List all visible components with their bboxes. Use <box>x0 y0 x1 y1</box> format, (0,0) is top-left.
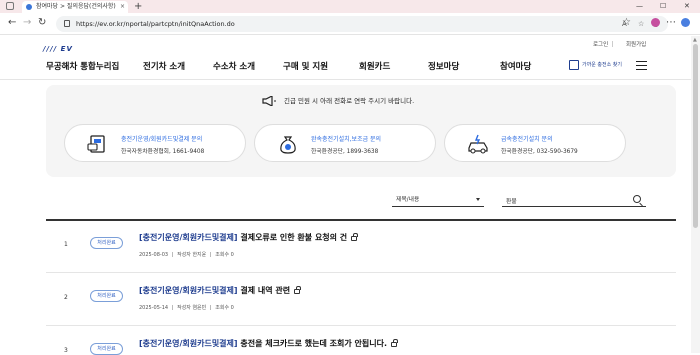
contact-sub: 한국환경공단, 1899-3638 <box>311 149 379 155</box>
post-views: 조회수 0 <box>215 305 234 311</box>
extension-icon[interactable] <box>651 18 660 27</box>
lock-icon <box>294 286 301 294</box>
tab-close-icon[interactable]: × <box>120 1 125 13</box>
post-views: 조회수 0 <box>215 252 234 258</box>
nav-participation[interactable]: 참여마당 <box>500 60 531 72</box>
more-menu-icon[interactable]: ⋯ <box>666 17 676 29</box>
contact-sub: 한국자동차환경협회, 1661-9408 <box>121 149 205 155</box>
post-category: [충전기운영/회원카드및결제] <box>139 339 238 348</box>
megaphone-icon <box>262 96 276 106</box>
favorite-star-icon[interactable]: ☆ <box>638 16 644 32</box>
search-icon[interactable] <box>633 195 641 203</box>
card-terminal-icon <box>87 135 105 153</box>
status-badge: 처리완료 <box>90 343 123 355</box>
lock-icon <box>391 339 398 347</box>
contact-title: 충전기운영/회원카드및결제 문의 <box>121 136 203 143</box>
nav-ev-intro[interactable]: 전기차 소개 <box>143 60 185 72</box>
scroll-up-icon[interactable]: ▲ <box>693 37 697 43</box>
nav-hydrogen-intro[interactable]: 수소차 소개 <box>213 60 255 72</box>
new-tab-button[interactable]: + <box>134 1 142 12</box>
contact-title: 급속충전기설치 문의 <box>501 136 553 143</box>
site-logo[interactable]: //// EV <box>43 45 113 53</box>
money-bag-icon <box>280 136 296 154</box>
lock-icon <box>351 233 358 241</box>
util-divider <box>612 41 613 47</box>
contact-card-slow-charger[interactable]: 완속충전기설치,보조금 문의 한국환경공단, 1899-3638 <box>254 124 436 162</box>
notice-heading: 긴급 민원 시 아래 전화로 연락 주시기 바랍니다. <box>262 95 414 107</box>
post-number: 1 <box>64 241 68 248</box>
browser-tab-strip: 참여마당 > 질의응답(건의사항) × + — ☐ ✕ <box>0 0 700 13</box>
close-window-button[interactable]: ✕ <box>684 0 690 12</box>
back-icon[interactable]: ← <box>8 17 16 29</box>
tab-actions-icon[interactable] <box>6 2 14 10</box>
search-type-value: 제목/내용 <box>396 197 420 203</box>
ev-car-icon <box>468 134 488 154</box>
notice-text: 긴급 민원 시 아래 전화로 연락 주시기 바랍니다. <box>284 97 415 105</box>
browser-toolbar: ← → ↻ https://ev.or.kr/nportal/partcptn/… <box>0 13 700 35</box>
forward-icon[interactable]: → <box>23 17 31 29</box>
post-title[interactable]: [충전기운영/회원카드및결제] 충전을 체크카드로 했는데 조회가 안됩니다. <box>139 338 398 349</box>
contact-card-charger[interactable]: 충전기운영/회원카드및결제 문의 한국자동차환경협회, 1661-9408 <box>64 124 246 162</box>
join-link[interactable]: 회원가입 <box>626 40 646 48</box>
logo-mark: //// EV <box>43 45 73 53</box>
search-type-select[interactable]: 제목/내용 <box>392 194 484 207</box>
post-category: [충전기운영/회원카드및결제] <box>139 286 238 295</box>
post-date: 2025-05-14 <box>139 305 169 311</box>
post-number: 2 <box>64 294 68 301</box>
contact-title: 완속충전기설치,보조금 문의 <box>311 136 382 143</box>
post-title[interactable]: [충전기운영/회원카드및결제] 결제 내역 관련 <box>139 285 301 296</box>
contact-card-fast-charger[interactable]: 급속충전기설치 문의 한국환경공단, 032-590-3679 <box>444 124 626 162</box>
post-category: [충전기운영/회원카드및결제] <box>139 233 238 242</box>
post-meta: 2025-08-03 작성자 한지윤 조회수 0 <box>139 251 234 258</box>
nav-member-card[interactable]: 회원카드 <box>359 60 390 72</box>
menu-icon[interactable] <box>636 61 647 70</box>
find-station-button[interactable]: 가까운 충전소 찾기 <box>568 58 622 72</box>
scrollbar-thumb[interactable] <box>693 44 698 228</box>
site-favicon-icon <box>26 4 32 10</box>
nav-purchase-support[interactable]: 구매 및 지원 <box>283 60 328 72</box>
refresh-icon[interactable]: ↻ <box>38 17 46 29</box>
minimize-button[interactable]: — <box>636 0 643 12</box>
post-title-text: 결제 내역 관련 <box>237 286 291 295</box>
table-row[interactable]: 3 처리완료 [충전기운영/회원카드및결제] 충전을 체크카드로 했는데 조회가… <box>46 327 676 355</box>
post-author: 작성자 염윤빈 <box>177 305 207 311</box>
find-station-label: 가까운 충전소 찾기 <box>582 62 622 68</box>
post-author: 작성자 한지윤 <box>177 252 207 258</box>
chevron-down-icon <box>476 198 480 201</box>
tab-title: 참여마당 > 질의응답(건의사항) <box>36 3 116 10</box>
post-title[interactable]: [충전기운영/회원카드및결제] 결제오류로 인한 환불 요청의 건 <box>139 232 358 243</box>
post-title-text: 충전을 체크카드로 했는데 조회가 안됩니다. <box>237 339 388 348</box>
post-date: 2025-08-03 <box>139 252 169 258</box>
table-row[interactable]: 1 처리완료 [충전기운영/회원카드및결제] 결제오류로 인한 환불 요청의 건… <box>46 221 676 273</box>
post-title-text: 결제오류로 인한 환불 요청의 건 <box>237 233 348 242</box>
search-box <box>502 194 646 207</box>
map-pin-icon <box>569 60 579 70</box>
copilot-icon[interactable] <box>681 18 690 27</box>
emergency-contact-box: 긴급 민원 시 아래 전화로 연락 주시기 바랍니다. 충전기운영/회원카드및결… <box>46 85 676 177</box>
search-input[interactable] <box>502 194 622 206</box>
table-row[interactable]: 2 처리완료 [충전기운영/회원카드및결제] 결제 내역 관련 2025-05-… <box>46 274 676 326</box>
favorites-icon[interactable]: ☆ <box>622 17 631 29</box>
login-link[interactable]: 로그인 <box>593 40 608 48</box>
logo-text[interactable]: 무공해차 통합누리집 <box>46 60 119 72</box>
nav-info[interactable]: 정보마당 <box>428 60 459 72</box>
lock-icon <box>64 20 70 27</box>
address-bar[interactable]: https://ev.or.kr/nportal/partcptn/initQn… <box>56 16 668 32</box>
status-badge: 처리완료 <box>90 290 123 302</box>
browser-tab[interactable]: 참여마당 > 질의응답(건의사항) × <box>22 1 128 13</box>
status-badge: 처리완료 <box>90 237 123 249</box>
maximize-button[interactable]: ☐ <box>660 0 666 12</box>
post-meta: 2025-05-14 작성자 염윤빈 조회수 0 <box>139 304 234 311</box>
page-scrollbar[interactable]: ▲ <box>691 36 700 353</box>
contact-sub: 한국환경공단, 032-590-3679 <box>501 149 578 155</box>
url-text[interactable]: https://ev.or.kr/nportal/partcptn/initQn… <box>76 16 235 32</box>
